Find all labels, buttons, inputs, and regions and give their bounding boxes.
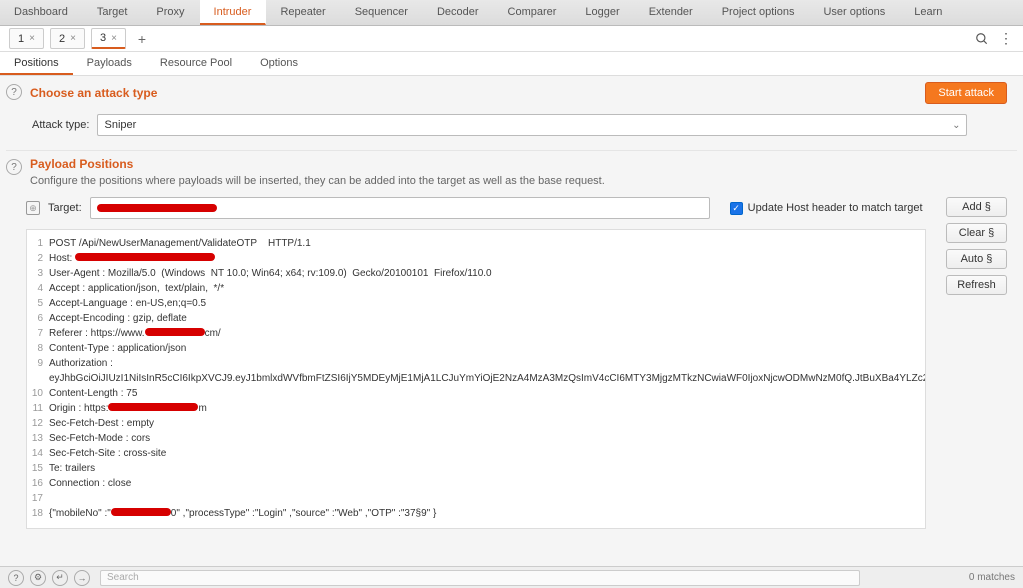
newline-icon[interactable]: ↵ [52, 570, 68, 586]
sub-tab-1[interactable]: 1× [9, 28, 44, 49]
target-label: Target: [48, 202, 82, 214]
search-input[interactable]: Search [100, 570, 860, 586]
crosshair-icon[interactable]: ⊕ [26, 201, 40, 215]
request-editor[interactable]: 1POST /Api/NewUserManagement/ValidateOTP… [26, 229, 926, 529]
attack-type-heading: Choose an attack type [30, 86, 157, 100]
tab-repeater[interactable]: Repeater [266, 0, 340, 25]
attack-type-value: Sniper [104, 119, 136, 131]
intruder-tab-bar: 1× 2× 3× + ⋮ [0, 26, 1023, 52]
clear-button[interactable]: Clear § [946, 223, 1007, 243]
help-icon[interactable]: ? [6, 159, 22, 175]
gear-icon[interactable]: ⚙ [30, 570, 46, 586]
refreshbutton[interactable]: Refresh [946, 275, 1007, 295]
close-icon[interactable]: × [29, 33, 35, 44]
tab-intruder[interactable]: Intruder [200, 0, 267, 25]
help-icon[interactable]: ? [8, 570, 24, 586]
sub-tab-3[interactable]: 3× [91, 28, 126, 49]
tab-target[interactable]: Target [83, 0, 143, 25]
match-count: 0 matches [969, 572, 1015, 583]
payload-positions-desc: Configure the positions where payloads w… [30, 175, 1007, 187]
inner-tab-options[interactable]: Options [246, 52, 312, 75]
tab-extender[interactable]: Extender [635, 0, 708, 25]
help-icon[interactable]: ? [6, 84, 22, 100]
inner-tab-positions[interactable]: Positions [0, 52, 73, 75]
forward-icon[interactable]: → [74, 570, 90, 586]
tab-comparer[interactable]: Comparer [494, 0, 572, 25]
tab-logger[interactable]: Logger [571, 0, 634, 25]
intruder-inner-tabs: PositionsPayloadsResource PoolOptions [0, 52, 1023, 76]
start-attack-button[interactable]: Start attack [925, 82, 1007, 104]
tab-learn[interactable]: Learn [900, 0, 957, 25]
inner-tab-payloads[interactable]: Payloads [73, 52, 146, 75]
tab-decoder[interactable]: Decoder [423, 0, 494, 25]
tab-user-options[interactable]: User options [809, 0, 900, 25]
menu-icon[interactable]: ⋮ [999, 30, 1013, 47]
add-button[interactable]: Add § [946, 197, 1007, 217]
chevron-down-icon: ⌄ [952, 120, 960, 131]
update-host-checkbox[interactable]: ✓ [730, 202, 743, 215]
bottom-bar: ? ⚙ ↵ → Search 0 matches [0, 566, 1023, 588]
search-icon[interactable] [975, 32, 989, 46]
inner-tab-resource-pool[interactable]: Resource Pool [146, 52, 246, 75]
payload-positions-heading: Payload Positions [30, 157, 1007, 171]
tab-dashboard[interactable]: Dashboard [0, 0, 83, 25]
new-tab-button[interactable]: + [132, 28, 152, 50]
tab-sequencer[interactable]: Sequencer [341, 0, 423, 25]
sub-tab-2[interactable]: 2× [50, 28, 85, 49]
tab-proxy[interactable]: Proxy [142, 0, 199, 25]
main-tab-bar: DashboardTargetProxyIntruderRepeaterSequ… [0, 0, 1023, 26]
close-icon[interactable]: × [111, 33, 117, 44]
attack-type-label: Attack type: [32, 119, 89, 131]
auto-button[interactable]: Auto § [946, 249, 1007, 269]
close-icon[interactable]: × [70, 33, 76, 44]
tab-project-options[interactable]: Project options [708, 0, 810, 25]
update-host-label: Update Host header to match target [748, 202, 923, 214]
attack-type-select[interactable]: Sniper ⌄ [97, 114, 967, 136]
target-input[interactable] [90, 197, 710, 219]
